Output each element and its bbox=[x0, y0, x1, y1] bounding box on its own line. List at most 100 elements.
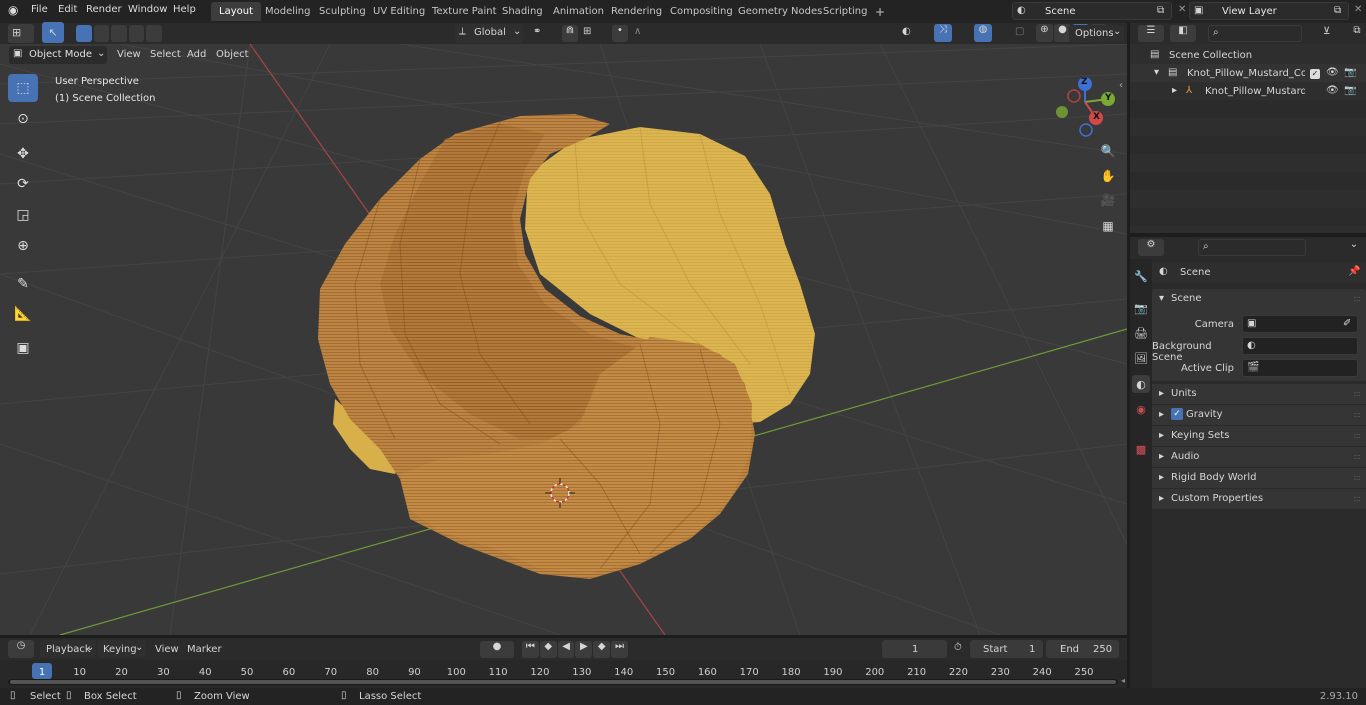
units-panel-header[interactable]: ▸ Units :::: bbox=[1152, 384, 1366, 404]
timeline-scrollbar[interactable] bbox=[8, 679, 1118, 685]
outliner-row-knot-pillow-collection[interactable]: ▾ ▤ Knot_Pillow_Mustard_Color_0( ✓ 👁 📷 bbox=[1130, 64, 1366, 82]
camera-field[interactable]: ▣ ✐ bbox=[1242, 315, 1358, 333]
timeline-editor-type-icon[interactable]: ◷ bbox=[8, 640, 34, 658]
timeline-menu-view[interactable]: View bbox=[155, 644, 179, 655]
prev-keyframe-icon[interactable]: ◆ bbox=[539, 641, 557, 658]
tool-tab-icon[interactable]: 🔧 bbox=[1132, 267, 1150, 285]
3d-viewport[interactable]: User Perspective (1) Scene Collection ⬚ … bbox=[0, 44, 1127, 635]
drag-handle-icon[interactable]: :::: bbox=[1353, 389, 1361, 398]
tab-layout[interactable]: Layout bbox=[211, 2, 261, 21]
tab-uv-editing[interactable]: UV Editing bbox=[365, 2, 433, 21]
xray-toggle-icon[interactable]: ▢ bbox=[1015, 26, 1024, 37]
tab-animation[interactable]: Animation bbox=[545, 2, 612, 21]
menu-render[interactable]: Render bbox=[86, 4, 122, 15]
pan-view-icon[interactable]: ✋ bbox=[1098, 166, 1118, 186]
transform-orientation-dropdown[interactable]: ⟂ Global ⌄ bbox=[455, 24, 523, 43]
timeline-scrollbar-thumb[interactable] bbox=[10, 680, 1116, 684]
scene-tab-icon[interactable]: ◐ bbox=[1132, 375, 1150, 393]
eye-icon[interactable]: 👁 bbox=[1326, 85, 1339, 96]
delete-view-layer-icon[interactable]: ✕ bbox=[1354, 4, 1362, 15]
select-subtract-icon[interactable] bbox=[111, 25, 127, 42]
active-clip-field[interactable]: 🎬 bbox=[1242, 359, 1358, 377]
delete-scene-icon[interactable]: ✕ bbox=[1178, 4, 1186, 15]
output-tab-icon[interactable]: 🖨 bbox=[1132, 324, 1150, 342]
wireframe-shading-icon[interactable]: ⊕ bbox=[1036, 24, 1053, 42]
drag-handle-icon[interactable]: :::: bbox=[1353, 473, 1361, 482]
falloff-icon[interactable]: ∧ bbox=[634, 26, 641, 37]
properties-editor-type-icon[interactable]: ⚙ bbox=[1138, 239, 1164, 256]
view-layer-selector[interactable]: ▣ View Layer ⧉ bbox=[1189, 2, 1349, 20]
perspective-toggle-icon[interactable]: ▦ bbox=[1098, 216, 1118, 236]
new-scene-icon[interactable]: ⧉ bbox=[1157, 5, 1164, 16]
drag-handle-icon[interactable]: :::: bbox=[1353, 294, 1361, 303]
scene-selector[interactable]: ◐ Scene ⧉ bbox=[1012, 2, 1172, 20]
editor-type-button[interactable]: ⊞ bbox=[8, 24, 34, 43]
options-button[interactable]: Options ⌄ bbox=[1069, 25, 1124, 42]
measure-tool-icon[interactable]: 📐 bbox=[8, 300, 38, 328]
new-collection-icon[interactable]: ⧉ bbox=[1350, 25, 1364, 42]
viewport-menu-add[interactable]: Add bbox=[187, 49, 206, 60]
new-view-layer-icon[interactable]: ⧉ bbox=[1334, 5, 1341, 16]
menu-window[interactable]: Window bbox=[128, 4, 167, 15]
texture-tab-icon[interactable]: ▩ bbox=[1132, 440, 1150, 458]
keying-menu[interactable]: Keying ⌄ bbox=[98, 640, 146, 658]
annotate-tool-icon[interactable]: ✎ bbox=[8, 270, 38, 298]
transform-tool-icon[interactable]: ⊕ bbox=[8, 232, 38, 260]
scene-section-header[interactable]: ▾ Scene :::: bbox=[1152, 289, 1366, 309]
start-frame-field[interactable]: Start 1 bbox=[970, 640, 1043, 658]
jump-start-icon[interactable]: ⏮ bbox=[522, 641, 539, 658]
gravity-checkbox[interactable]: ✓ bbox=[1171, 408, 1183, 420]
camera-view-icon[interactable]: 🎥 bbox=[1098, 190, 1118, 210]
jump-end-icon[interactable]: ⏭ bbox=[611, 641, 628, 658]
filter-icon[interactable]: ⊻ bbox=[1323, 26, 1330, 37]
select-tool-toggle[interactable]: ↖ bbox=[42, 22, 64, 43]
rotate-tool-icon[interactable]: ⟳ bbox=[8, 170, 38, 198]
drag-handle-icon[interactable]: :::: bbox=[1353, 494, 1361, 503]
tab-modeling[interactable]: Modeling bbox=[257, 2, 319, 21]
world-tab-icon[interactable]: ◉ bbox=[1132, 400, 1150, 418]
record-button-icon[interactable]: ● bbox=[480, 641, 514, 658]
expand-arrow-icon[interactable]: ▸ bbox=[1172, 85, 1177, 96]
pin-icon[interactable]: 📌 bbox=[1348, 266, 1360, 277]
collection-checkbox[interactable]: ✓ bbox=[1310, 69, 1320, 79]
camera-render-icon[interactable]: 📷 bbox=[1344, 85, 1356, 96]
eyedropper-icon[interactable]: ✐ bbox=[1343, 318, 1351, 329]
overlay-toggle-icon[interactable]: ◍ bbox=[974, 24, 992, 42]
viewport-menu-select[interactable]: Select bbox=[150, 49, 181, 60]
outliner-search-input[interactable]: ⌕ bbox=[1208, 25, 1302, 42]
pivot-point-icon[interactable]: ⚭ bbox=[533, 26, 541, 37]
playback-menu[interactable]: Playback ⌄ bbox=[40, 640, 96, 658]
select-intersect-icon[interactable] bbox=[146, 25, 162, 42]
end-frame-field[interactable]: End 250 bbox=[1046, 640, 1119, 658]
audio-panel-header[interactable]: ▸ Audio :::: bbox=[1152, 447, 1366, 467]
drag-handle-icon[interactable]: :::: bbox=[1353, 431, 1361, 440]
move-tool-icon[interactable]: ✥ bbox=[8, 140, 38, 168]
select-new-icon[interactable] bbox=[76, 25, 92, 42]
visibility-icon[interactable]: ◐ bbox=[902, 26, 911, 37]
expand-arrow-icon[interactable]: ▾ bbox=[1154, 67, 1159, 78]
cursor-tool-icon[interactable]: ⊙ bbox=[8, 105, 38, 133]
snap-target-icon[interactable]: ⊞ bbox=[583, 26, 591, 37]
menu-edit[interactable]: Edit bbox=[58, 4, 77, 15]
gravity-panel-header[interactable]: ▸ ✓ Gravity :::: bbox=[1152, 405, 1366, 425]
sidebar-toggle-icon[interactable]: ‹ bbox=[1119, 80, 1123, 91]
outliner-row-scene-collection[interactable]: ▤ Scene Collection bbox=[1130, 46, 1366, 64]
display-mode-icon[interactable]: ◧ bbox=[1170, 25, 1196, 42]
render-tab-icon[interactable]: 📷 bbox=[1132, 299, 1150, 317]
properties-search-input[interactable]: ⌕ bbox=[1198, 239, 1306, 256]
zoom-view-icon[interactable]: 🔍 bbox=[1098, 141, 1118, 161]
drag-handle-icon[interactable]: :::: bbox=[1353, 410, 1361, 419]
custom-properties-panel-header[interactable]: ▸ Custom Properties :::: bbox=[1152, 489, 1366, 509]
blender-logo-icon[interactable]: ◉ bbox=[8, 3, 18, 17]
outliner-editor-type-icon[interactable]: ☰ bbox=[1138, 25, 1164, 42]
add-cube-tool-icon[interactable]: ▣ bbox=[8, 334, 38, 362]
play-reverse-icon[interactable]: ◀ bbox=[557, 641, 575, 658]
chevron-down-icon[interactable]: ⌄ bbox=[1346, 239, 1362, 256]
select-difference-icon[interactable] bbox=[128, 25, 145, 42]
tab-compositing[interactable]: Compositing bbox=[662, 2, 741, 21]
camera-render-icon[interactable]: 📷 bbox=[1344, 67, 1356, 78]
menu-help[interactable]: Help bbox=[173, 4, 196, 15]
keying-sets-panel-header[interactable]: ▸ Keying Sets :::: bbox=[1152, 426, 1366, 446]
tab-shading[interactable]: Shading bbox=[494, 2, 551, 21]
select-box-tool-icon[interactable]: ⬚ bbox=[8, 74, 38, 102]
